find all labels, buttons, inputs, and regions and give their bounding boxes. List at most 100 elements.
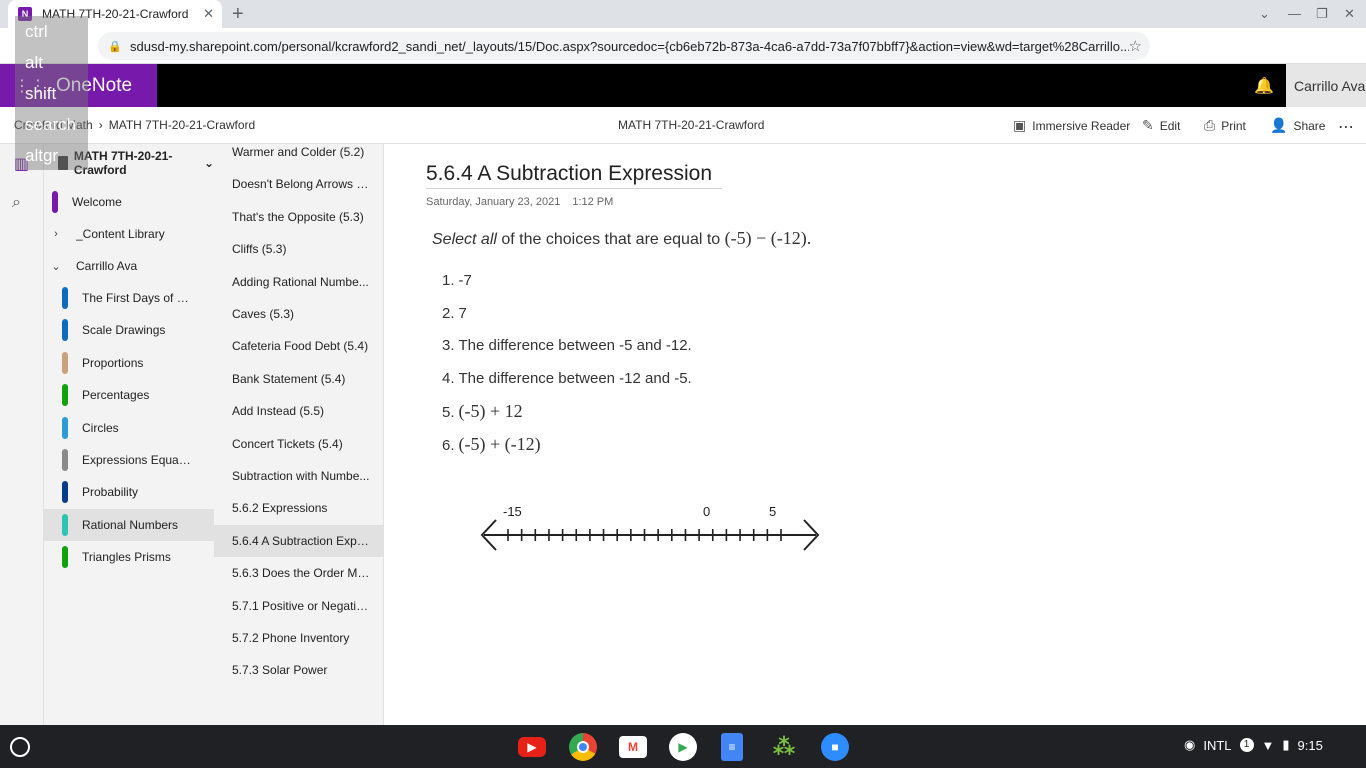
section-color-tab <box>62 546 68 568</box>
tab-close-icon[interactable]: ✕ <box>203 6 214 22</box>
section-item[interactable]: Triangles Prisms <box>44 541 214 573</box>
chevron-down-icon[interactable]: ⌄ <box>46 260 66 273</box>
page-item-label: Subtraction with Numbe... <box>232 469 370 483</box>
section-color-tab <box>62 514 68 536</box>
window-close-icon[interactable]: ✕ <box>1344 6 1355 22</box>
section-label: Percentages <box>82 388 150 402</box>
page-item[interactable]: 5.6.2 Expressions <box>214 492 383 524</box>
number-line: -15 0 5 <box>480 504 820 551</box>
question-prompt: Select all of the choices that are equal… <box>432 228 811 249</box>
user-account[interactable]: Carrillo Ava <box>1286 64 1366 107</box>
section-item[interactable]: › _Content Library <box>44 218 214 250</box>
play-store-icon[interactable]: ▶ <box>669 733 697 761</box>
overlay-key: search <box>25 115 77 134</box>
status-tray[interactable]: ◉ INTL 1 ▼ ▮ 9:15 <box>1184 737 1323 753</box>
ribbon: Crawford Math › MATH 7TH-20-21-Crawford … <box>0 107 1366 144</box>
page-item[interactable]: Subtraction with Numbe... <box>214 460 383 492</box>
section-label: Circles <box>82 421 119 435</box>
edit-button[interactable]: ✎ Edit <box>1142 117 1180 134</box>
page-item-label: 5.6.4 A Subtraction Expr... <box>232 533 370 548</box>
choice-text: The difference between -5 and -12. <box>458 337 692 354</box>
section-item[interactable]: Welcome <box>44 186 214 218</box>
docs-icon[interactable]: ≡ <box>721 733 743 761</box>
section-item[interactable]: Proportions <box>44 347 214 379</box>
choice-item: 6. (-5) + (-12) <box>442 434 541 455</box>
section-item[interactable]: Expressions Equatio... <box>44 444 214 476</box>
chevron-down-icon: ⌄ <box>203 156 214 170</box>
bell-icon[interactable]: 🔔 <box>1254 76 1274 96</box>
section-color-tab <box>62 319 68 341</box>
page-item[interactable]: Add Instead (5.5) <box>214 395 383 427</box>
immersive-reader-button[interactable]: ▣ Immersive Reader <box>1013 117 1130 134</box>
chevron-right-icon[interactable]: › <box>46 228 66 240</box>
page-item[interactable]: 5.6.4 A Subtraction Expr... <box>214 524 383 557</box>
bookmark-star-icon[interactable]: ☆ <box>1129 37 1142 55</box>
battery-icon: ▮ <box>1282 737 1290 752</box>
notification-badge: 1 <box>1239 738 1254 752</box>
page-item[interactable]: Warmer and Colder (5.2) <box>214 144 383 168</box>
page-item-label: 5.7.2 Phone Inventory <box>232 631 350 645</box>
page-item-label: Warmer and Colder (5.2) <box>232 145 365 159</box>
section-item[interactable]: Scale Drawings <box>44 314 214 346</box>
pencil-icon: ✎ <box>1142 117 1154 133</box>
zoom-icon[interactable]: ■ <box>821 733 849 761</box>
section-item[interactable]: Probability <box>44 476 214 508</box>
minimize-icon[interactable]: — <box>1288 6 1301 21</box>
section-item[interactable]: Rational Numbers <box>44 509 214 541</box>
choice-item: 2. 7 <box>442 305 467 322</box>
clock: 9:15 <box>1297 737 1323 753</box>
choice-item: 3. The difference between -5 and -12. <box>442 337 692 354</box>
section-label: Scale Drawings <box>82 323 166 337</box>
page-item[interactable]: 5.7.3 Solar Power <box>214 654 383 686</box>
page-item[interactable]: That's the Opposite (5.3) <box>214 201 383 233</box>
print-button[interactable]: ⎙ Print <box>1204 117 1246 134</box>
page-item[interactable]: Doesn't Belong Arrows (... <box>214 168 383 200</box>
page-item[interactable]: Bank Statement (5.4) <box>214 363 383 395</box>
page-item-label: Add Instead (5.5) <box>232 404 325 419</box>
gmail-icon[interactable]: M <box>619 736 647 758</box>
tab-search-icon[interactable]: ⌄ <box>1259 6 1270 22</box>
choice-number: 5. <box>442 404 455 421</box>
page-date: Saturday, January 23, 2021 <box>426 196 561 208</box>
page-item[interactable]: 5.7.2 Phone Inventory <box>214 622 383 654</box>
section-item[interactable]: Percentages <box>44 379 214 411</box>
share-button[interactable]: 👤 Share <box>1270 117 1325 134</box>
section-label: Triangles Prisms <box>82 550 171 564</box>
section-item[interactable]: Circles <box>44 412 214 444</box>
section-label: Rational Numbers <box>82 518 179 532</box>
immersive-reader-icon: ▣ <box>1013 117 1027 133</box>
page-item[interactable]: 5.6.3 Does the Order Ma... <box>214 557 383 589</box>
section-label: Probability <box>82 485 139 499</box>
choice-item: 1. -7 <box>442 272 472 289</box>
number-line-label-min: -15 <box>503 504 522 519</box>
page-item[interactable]: Caves (5.3) <box>214 298 383 330</box>
choice-text: (-5) + (-12) <box>458 434 541 454</box>
search-icon[interactable]: ⌕ <box>12 194 21 212</box>
page-item[interactable]: Concert Tickets (5.4) <box>214 428 383 460</box>
page-item[interactable]: 5.7.1 Positive or Negative? <box>214 590 383 622</box>
page-item[interactable]: Cafeteria Food Debt (5.4) <box>214 330 383 362</box>
page-item[interactable]: Cliffs (5.3) <box>214 233 383 265</box>
more-options-button[interactable]: ⋯ <box>1338 117 1354 137</box>
choice-text: 7 <box>458 305 467 322</box>
choice-item: 5. (-5) + 12 <box>442 401 523 422</box>
dots-app-icon[interactable]: ⁂ <box>770 733 798 761</box>
section-item[interactable]: The First Days of Sc... <box>44 282 214 314</box>
shelf: ▶ M ▶ ≡ ⁂ ■ ◉ INTL 1 ▼ ▮ 9:15 <box>0 725 1366 768</box>
section-item[interactable]: ⌄ Carrillo Ava <box>44 250 214 282</box>
youtube-icon[interactable]: ▶ <box>518 737 546 757</box>
overlay-key: shift <box>25 84 57 103</box>
page-item[interactable]: Adding Rational Numbe... <box>214 266 383 298</box>
chrome-icon[interactable] <box>569 733 597 761</box>
restore-icon[interactable]: ❐ <box>1316 6 1328 22</box>
choice-number: 6. <box>442 437 455 454</box>
section-label: Proportions <box>82 356 144 370</box>
breadcrumb-separator: › <box>98 118 103 132</box>
section-color-tab <box>62 481 68 503</box>
address-bar[interactable]: 🔒 sdusd-my.sharepoint.com/personal/kcraw… <box>98 32 1150 60</box>
app-header: ⋮⋮ OneNote 🔔 Carrillo Ava <box>0 64 1366 107</box>
choice-text: The difference between -12 and -5. <box>458 370 692 387</box>
breadcrumb-notebook[interactable]: MATH 7TH-20-21-Crawford <box>109 118 255 132</box>
launcher-icon[interactable] <box>10 737 30 757</box>
new-tab-icon[interactable]: + <box>232 3 244 26</box>
